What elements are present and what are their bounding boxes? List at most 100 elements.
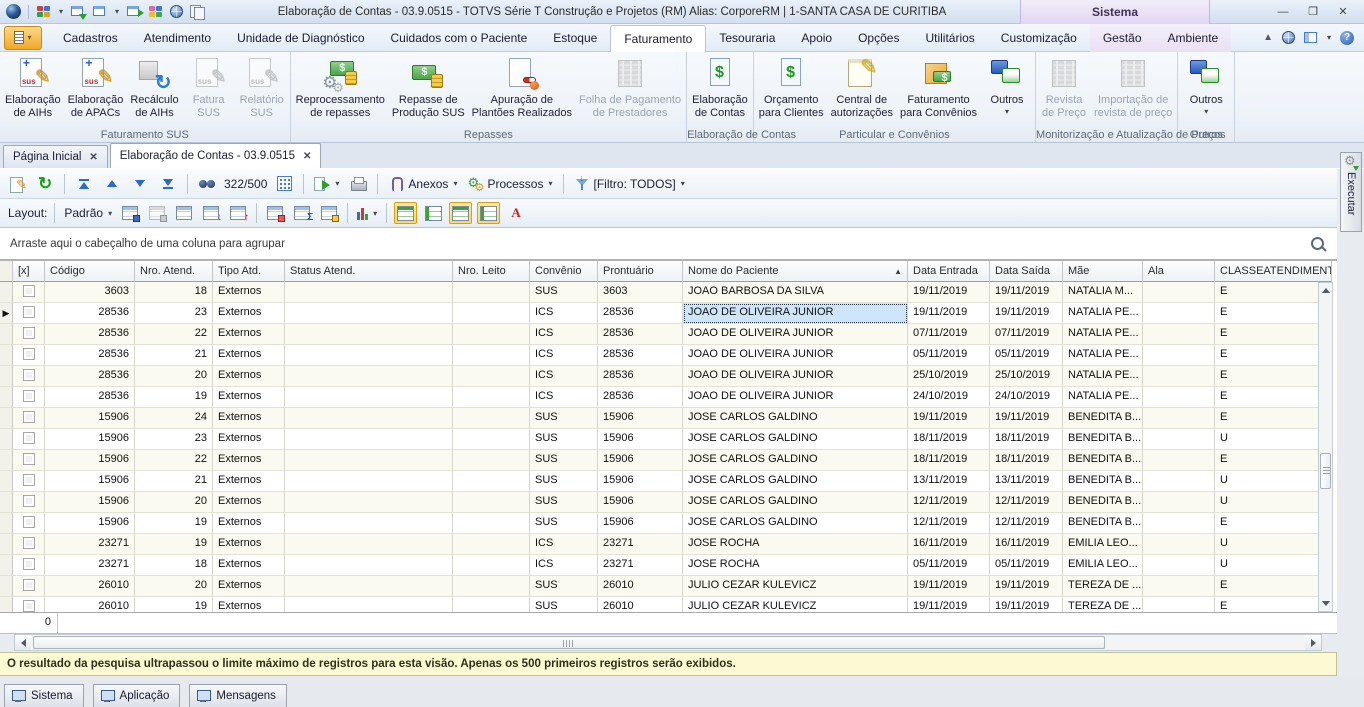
go-to-window-icon[interactable]	[126, 5, 141, 18]
cell-tipo-atd-[interactable]: Externos	[213, 366, 285, 387]
chevron-down-icon[interactable]: ▾	[1327, 33, 1331, 42]
cell-prontu-rio[interactable]: 3603	[598, 282, 683, 303]
cell-nome-do-paciente[interactable]: JOAO DE OLIVEIRA JUNIOR	[683, 345, 908, 366]
cell-prontu-rio[interactable]: 28536	[598, 303, 683, 324]
cell-nro-leito[interactable]	[453, 345, 530, 366]
table-row[interactable]: 1590624ExternosSUS15906JOSE CARLOS GALDI…	[0, 408, 1337, 429]
cell-m-e[interactable]: NATALIA PE...	[1063, 387, 1143, 408]
new-window-icon[interactable]	[70, 5, 85, 18]
cell-tipo-atd-[interactable]: Externos	[213, 576, 285, 597]
cell-c-digo[interactable]: 28536	[45, 345, 135, 366]
cell-m-e[interactable]: BENEDITA B...	[1063, 492, 1143, 513]
windows-menu-icon[interactable]	[92, 5, 107, 18]
table-row[interactable]: 2853622ExternosICS28536JOAO DE OLIVEIRA …	[0, 324, 1337, 345]
columns-button[interactable]	[173, 202, 195, 224]
menu-tab-estoque[interactable]: Estoque	[540, 24, 610, 52]
filter-dropdown[interactable]: ↓[Filtro: TODOS]▾	[572, 173, 687, 195]
cell-prontu-rio[interactable]: 26010	[598, 576, 683, 597]
cell-ala[interactable]	[1143, 576, 1215, 597]
row-checkbox[interactable]	[23, 558, 35, 570]
cell-ala[interactable]	[1143, 492, 1215, 513]
cell-nro-leito[interactable]	[453, 366, 530, 387]
checkbox-cell[interactable]	[13, 576, 45, 597]
cell-c-digo[interactable]: 23271	[45, 534, 135, 555]
menu-tab-ambiente[interactable]: Ambiente	[1155, 24, 1232, 52]
column-header-conv-nio[interactable]: Convênio	[530, 261, 598, 282]
cell-nro-atend-[interactable]: 22	[135, 324, 213, 345]
print-button[interactable]	[347, 173, 369, 195]
view-toggle-bands-button[interactable]	[449, 202, 472, 224]
ribbon-button-outros[interactable]: Outros▾	[981, 54, 1033, 116]
cell-data-sa-da[interactable]: 12/11/2019	[990, 513, 1063, 534]
row-checkbox[interactable]	[23, 369, 35, 381]
previous-record-button[interactable]	[101, 173, 123, 195]
cell-c-digo[interactable]: 26010	[45, 576, 135, 597]
cell-status-atend-[interactable]	[285, 492, 453, 513]
cell-nome-do-paciente[interactable]: JULIO CEZAR KULEVICZ	[683, 597, 908, 612]
column-header-status-atend-[interactable]: Status Atend.	[285, 261, 453, 282]
cell-data-entrada[interactable]: 25/10/2019	[908, 366, 990, 387]
cell-m-e[interactable]: NATALIA M...	[1063, 282, 1143, 303]
cell-nro-atend-[interactable]: 19	[135, 387, 213, 408]
cell-status-atend-[interactable]	[285, 471, 453, 492]
cell-data-entrada[interactable]: 05/11/2019	[908, 555, 990, 576]
close-tab-icon[interactable]: ✕	[89, 152, 97, 163]
table-row[interactable]: ▶2853623ExternosICS28536JOAO DE OLIVEIRA…	[0, 303, 1337, 324]
cell-nro-leito[interactable]	[453, 471, 530, 492]
menu-tab-cadastros[interactable]: Cadastros	[50, 24, 131, 52]
ribbon-button-reprocessamento[interactable]: ⚙⚙Reprocessamento de repasses	[293, 54, 388, 120]
cell-data-entrada[interactable]: 16/11/2019	[908, 534, 990, 555]
cell-data-entrada[interactable]: 18/11/2019	[908, 450, 990, 471]
cell-nome-do-paciente[interactable]: JOAO DE OLIVEIRA JUNIOR	[683, 303, 908, 324]
cell-prontu-rio[interactable]: 23271	[598, 534, 683, 555]
doc-tab-1[interactable]: Elaboração de Contas - 03.9.0515✕	[110, 143, 322, 168]
cell-nro-atend-[interactable]: 23	[135, 303, 213, 324]
cell-tipo-atd-[interactable]: Externos	[213, 345, 285, 366]
cell-data-entrada[interactable]: 19/11/2019	[908, 282, 990, 303]
cell-ala[interactable]	[1143, 324, 1215, 345]
cell-prontu-rio[interactable]: 15906	[598, 429, 683, 450]
cell-m-e[interactable]: TEREZA DE ...	[1063, 576, 1143, 597]
cell-status-atend-[interactable]	[285, 387, 453, 408]
cell-tipo-atd-[interactable]: Externos	[213, 303, 285, 324]
row-checkbox[interactable]	[23, 390, 35, 402]
table-row[interactable]: 1590619ExternosSUS15906JOSE CARLOS GALDI…	[0, 513, 1337, 534]
cell-data-sa-da[interactable]: 19/11/2019	[990, 408, 1063, 429]
horizontal-scrollbar[interactable]	[14, 634, 1322, 651]
cell-nome-do-paciente[interactable]: JOAO DE OLIVEIRA JUNIOR	[683, 324, 908, 345]
cell-c-digo[interactable]: 15906	[45, 429, 135, 450]
cell-status-atend-[interactable]	[285, 429, 453, 450]
help-icon[interactable]: ?	[1340, 31, 1354, 45]
row-checkbox[interactable]	[23, 432, 35, 444]
group-by-bar[interactable]: Arraste aqui o cabeçalho de uma coluna p…	[0, 228, 1337, 260]
cell-conv-nio[interactable]: ICS	[530, 555, 598, 576]
cell-m-e[interactable]: NATALIA PE...	[1063, 303, 1143, 324]
cell-conv-nio[interactable]: ICS	[530, 366, 598, 387]
menu-tab-utilitários[interactable]: Utilitários	[912, 24, 987, 52]
scroll-right-button[interactable]	[1305, 635, 1321, 650]
cell-conv-nio[interactable]: SUS	[530, 408, 598, 429]
cell-conv-nio[interactable]: SUS	[530, 492, 598, 513]
cell-nome-do-paciente[interactable]: JOAO DE OLIVEIRA JUNIOR	[683, 366, 908, 387]
checkbox-cell[interactable]	[13, 513, 45, 534]
menu-tab-opções[interactable]: Opções	[845, 24, 912, 52]
totvs-logo-icon[interactable]	[6, 4, 21, 19]
checkbox-cell[interactable]	[13, 471, 45, 492]
cell-nro-leito[interactable]	[453, 303, 530, 324]
cell-data-sa-da[interactable]: 19/11/2019	[990, 597, 1063, 612]
row-checkbox[interactable]	[23, 453, 35, 465]
cell-data-sa-da[interactable]: 13/11/2019	[990, 471, 1063, 492]
cell-conv-nio[interactable]: SUS	[530, 576, 598, 597]
cell-conv-nio[interactable]: ICS	[530, 324, 598, 345]
cell-c-digo[interactable]: 3603	[45, 282, 135, 303]
menu-tab-atendimento[interactable]: Atendimento	[131, 24, 224, 52]
table-row[interactable]: 1590621ExternosSUS15906JOSE CARLOS GALDI…	[0, 471, 1337, 492]
cell-data-sa-da[interactable]: 19/11/2019	[990, 303, 1063, 324]
row-checkbox[interactable]	[23, 516, 35, 528]
cell-ala[interactable]	[1143, 303, 1215, 324]
column-header-nro-leito[interactable]: Nro. Leito	[453, 261, 530, 282]
cell-conv-nio[interactable]: ICS	[530, 345, 598, 366]
search-icon[interactable]	[1309, 235, 1327, 253]
find-button[interactable]	[196, 173, 218, 195]
cell-m-e[interactable]: BENEDITA B...	[1063, 429, 1143, 450]
